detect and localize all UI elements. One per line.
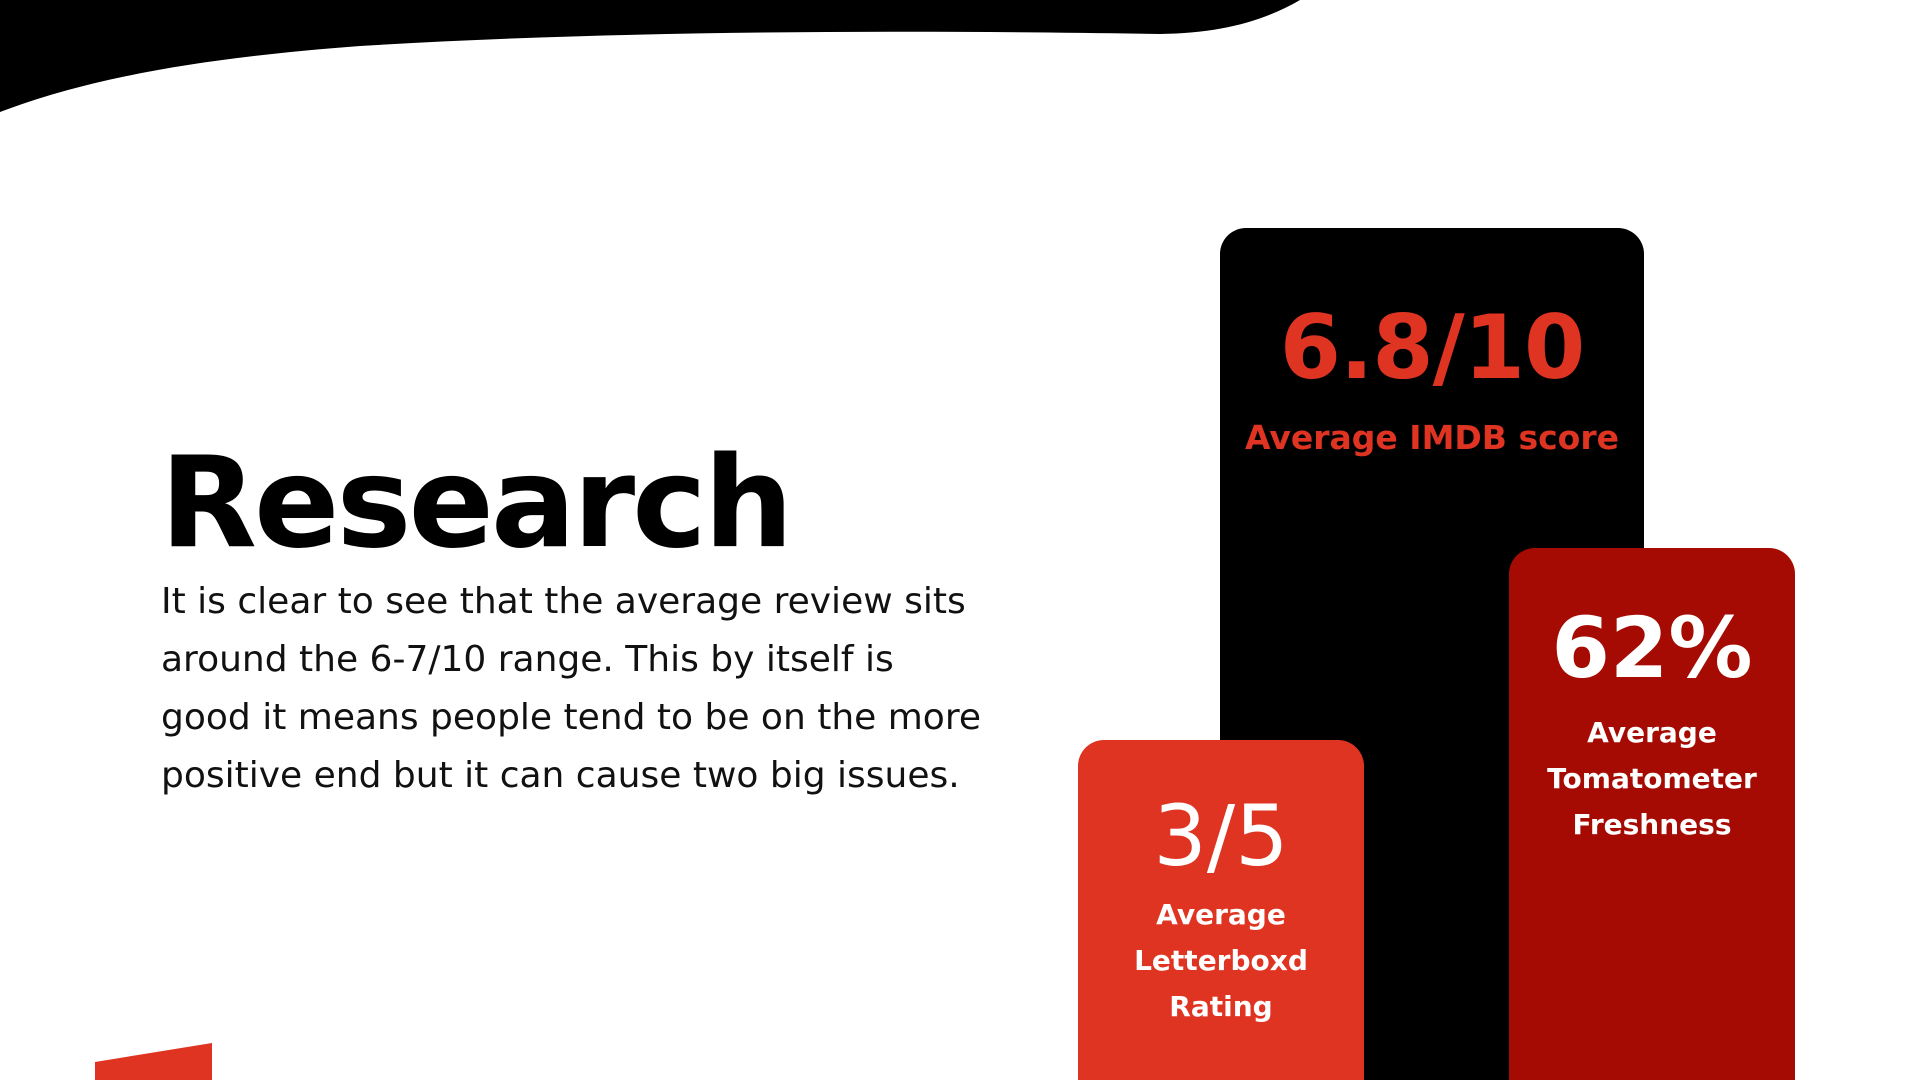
letterboxd-stat-card: 3/5 Average Letterboxd Rating bbox=[1078, 740, 1364, 1080]
top-wave-shape bbox=[0, 0, 1300, 112]
page-title: Research bbox=[160, 429, 793, 576]
tomatometer-value: 62% bbox=[1551, 599, 1753, 697]
imdb-score-label: Average IMDB score bbox=[1245, 418, 1619, 457]
letterboxd-rating-label: Average Letterboxd Rating bbox=[1134, 898, 1308, 1023]
imdb-score-value: 6.8/10 bbox=[1279, 296, 1586, 399]
letterboxd-rating-value: 3/5 bbox=[1153, 787, 1289, 885]
tomatometer-label: Average Tomatometer Freshness bbox=[1547, 716, 1757, 841]
research-paragraph: It is clear to see that the average revi… bbox=[161, 581, 981, 796]
slide: Research It is clear to see that the ave… bbox=[0, 0, 1920, 1080]
tomatometer-stat-card: 62% Average Tomatometer Freshness bbox=[1509, 548, 1795, 1080]
